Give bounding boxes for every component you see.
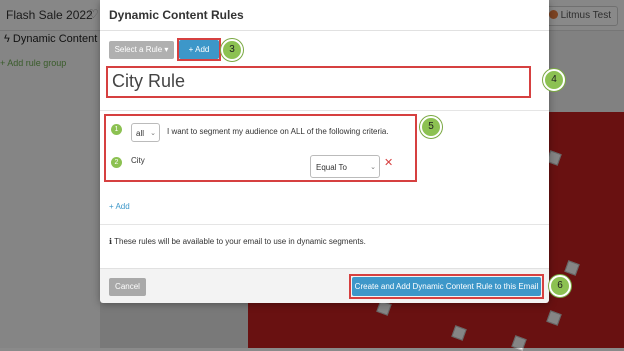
create-and-add-rule-button[interactable]: Create and Add Dynamic Content Rule to t…: [352, 277, 541, 296]
select-rule-label: Select a Rule: [114, 45, 163, 54]
remove-condition-icon[interactable]: ✕: [384, 158, 393, 169]
modal-header: Dynamic Content Rules: [100, 0, 549, 31]
add-rule-button[interactable]: + Add: [179, 40, 219, 59]
step-2-badge: 2: [111, 157, 122, 168]
operator-value: Equal To: [316, 163, 347, 172]
operator-select[interactable]: Equal To ⌄: [310, 155, 380, 178]
criteria-description: I want to segment my audience on ALL of …: [167, 127, 389, 136]
condition-field-label: City: [131, 156, 145, 165]
info-text: These rules will be available to your em…: [114, 237, 366, 246]
chevron-down-icon: ⌄: [150, 130, 156, 137]
callout-6: 6: [549, 275, 571, 297]
dynamic-content-rules-modal: Dynamic Content Rules Select a Rule ▾ + …: [100, 0, 571, 303]
callout-5: 5: [420, 116, 442, 138]
info-note: ℹ These rules will be available to your …: [109, 237, 366, 246]
match-type-select[interactable]: all ⌄: [131, 123, 160, 142]
modal-title: Dynamic Content Rules: [109, 8, 244, 22]
callout-3: 3: [221, 39, 243, 61]
add-condition-label: Add: [115, 202, 130, 211]
chevron-down-icon: ⌄: [370, 164, 376, 171]
callout-4: 4: [543, 69, 565, 91]
cancel-button[interactable]: Cancel: [109, 278, 146, 296]
divider: [100, 224, 549, 225]
modal-footer: Cancel Create and Add Dynamic Content Ru…: [100, 268, 549, 303]
select-rule-dropdown[interactable]: Select a Rule ▾: [109, 41, 174, 59]
step-1-badge: 1: [111, 124, 122, 135]
match-type-value: all: [136, 129, 145, 138]
rule-name-field[interactable]: City Rule: [112, 71, 185, 92]
caret-down-icon: ▾: [164, 45, 169, 54]
add-rule-label: Add: [195, 45, 210, 54]
divider: [100, 110, 549, 111]
add-condition-link[interactable]: + Add: [109, 202, 130, 211]
